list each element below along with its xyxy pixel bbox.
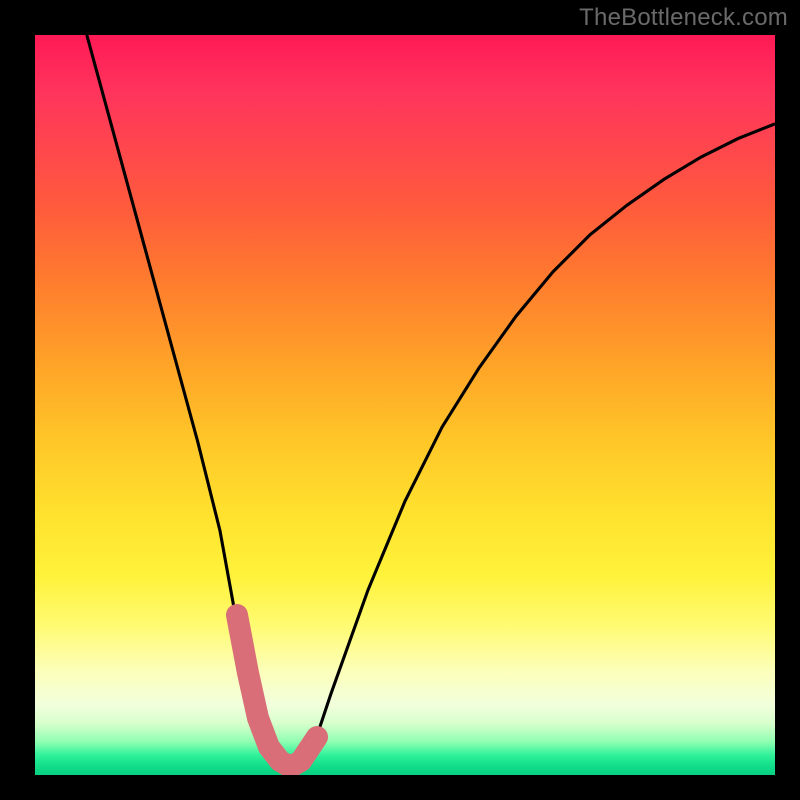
chart-frame: TheBottleneck.com xyxy=(0,0,800,800)
watermark-text: TheBottleneck.com xyxy=(579,4,788,32)
plot-area xyxy=(35,35,775,775)
bottleneck-curve xyxy=(87,35,775,764)
valley-highlight xyxy=(237,615,317,765)
curve-layer xyxy=(35,35,775,775)
